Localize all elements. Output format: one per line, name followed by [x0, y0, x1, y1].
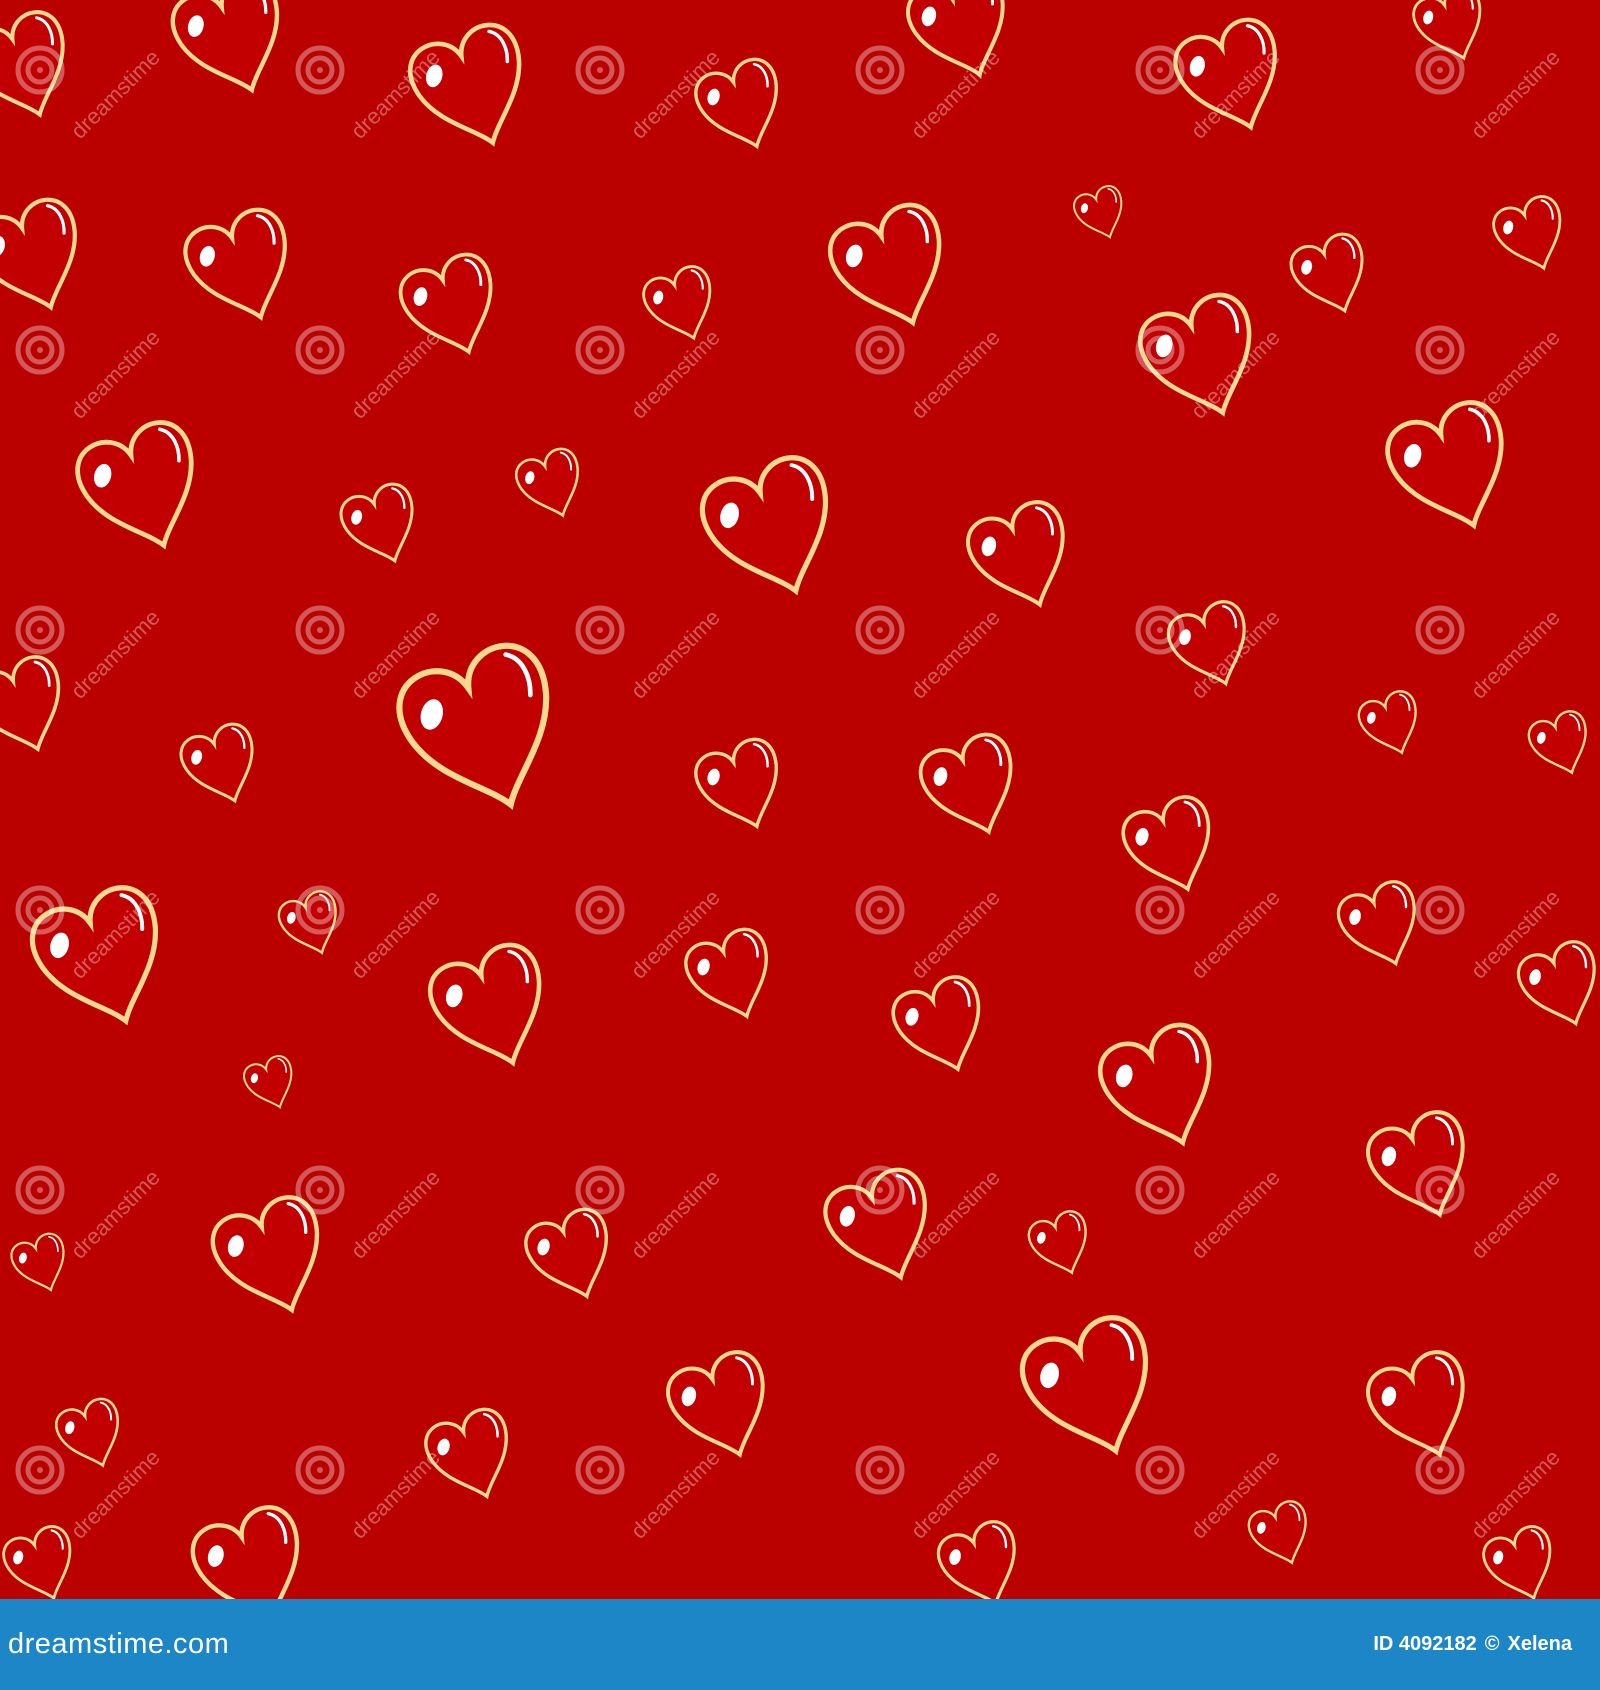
heart-pattern-artwork: .heart-body{fill:#c20002;stroke:#f5d98e;… — [0, 0, 1600, 1599]
author-name[interactable]: Xelena — [1508, 1599, 1572, 1690]
pattern-canvas: .heart-body{fill:#c20002;stroke:#f5d98e;… — [0, 0, 1600, 1599]
copyright-symbol: © — [1484, 1633, 1500, 1655]
footer-bar: dreamstime.com ID 4092182 © Xelena — [0, 1599, 1600, 1690]
site-name[interactable]: dreamstime.com — [8, 1599, 229, 1690]
image-id: ID 4092182 — [1373, 1633, 1477, 1655]
image-credit: ID 4092182 © Xelena — [1373, 1599, 1572, 1690]
